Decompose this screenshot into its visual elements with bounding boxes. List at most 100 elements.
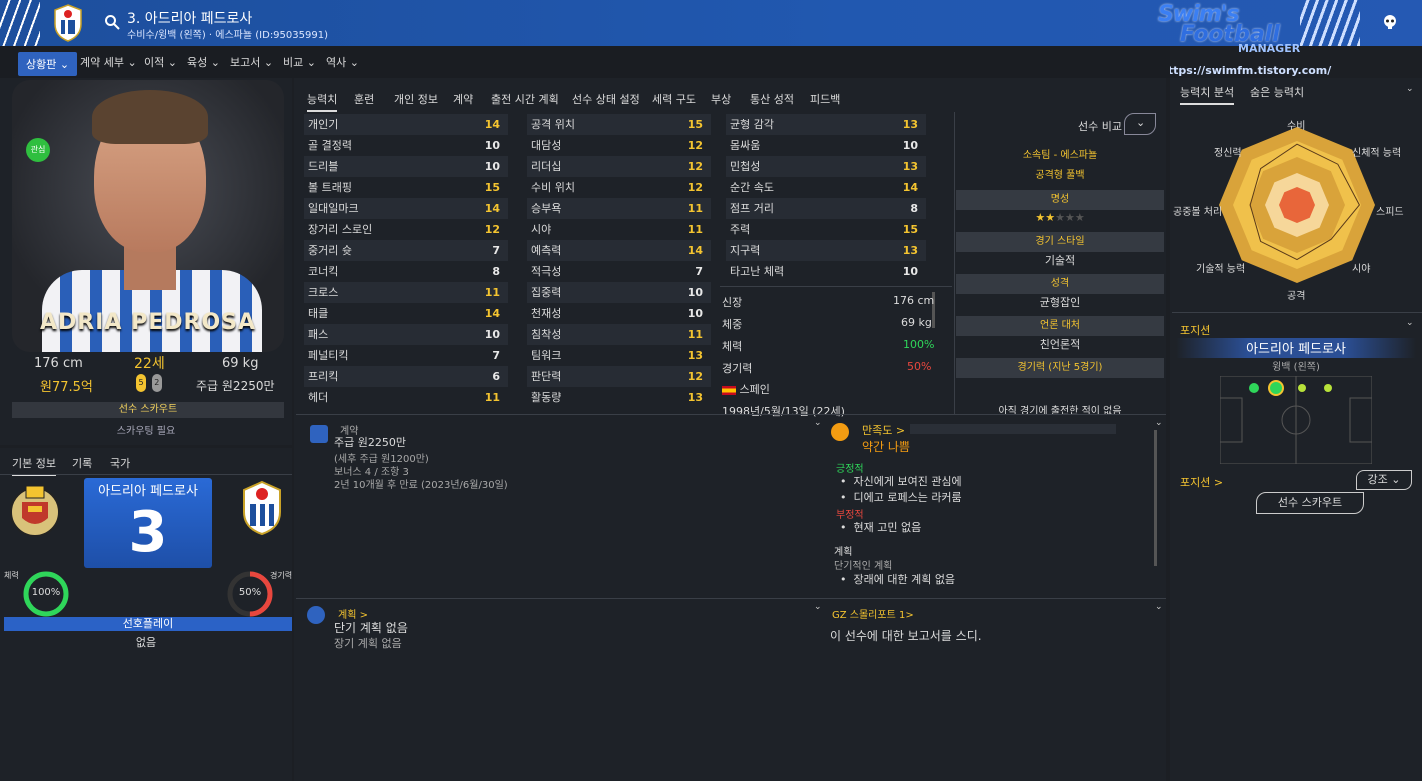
attribute-row[interactable]: 리더십 12: [527, 156, 711, 177]
attribute-row[interactable]: 적극성 7: [527, 261, 711, 282]
tab-playing-time[interactable]: 출전 시간 계획: [491, 91, 559, 107]
position-chevron-icon[interactable]: ⌄: [1406, 318, 1414, 328]
nav-development[interactable]: 육성 ⌄: [187, 54, 220, 70]
attribute-row[interactable]: 시야 11: [527, 219, 711, 240]
attribute-row[interactable]: 타고난 체력 10: [726, 261, 926, 282]
tab-attribute-analysis[interactable]: 능력치 분석: [1180, 84, 1235, 105]
tab-contract[interactable]: 계약: [453, 91, 473, 107]
tab-feedback[interactable]: 피드백: [810, 91, 840, 107]
report-header[interactable]: GZ 스몰리포트 1>: [832, 606, 914, 621]
attribute-value: 7: [492, 349, 500, 362]
attribute-value: 13: [902, 118, 918, 131]
scout-player-bar[interactable]: 선수 스카우트: [12, 402, 284, 418]
attribute-row[interactable]: 민첩성 13: [726, 156, 926, 177]
attribute-row[interactable]: 판단력 12: [527, 366, 711, 387]
attribute-row[interactable]: 예측력 14: [527, 240, 711, 261]
satisfaction-header[interactable]: 만족도 >: [862, 422, 905, 438]
nav-contract[interactable]: 계약 세부 ⌄: [80, 54, 137, 70]
tab-attributes[interactable]: 능력치: [307, 91, 338, 112]
attribute-row[interactable]: 드리블 10: [304, 156, 508, 177]
skull-icon[interactable]: [1382, 14, 1398, 30]
satisfaction-value: 약간 나쁨: [862, 440, 910, 454]
attribute-row[interactable]: 골 결정력 10: [304, 135, 508, 156]
attribute-row[interactable]: 페널티킥 7: [304, 345, 508, 366]
attribute-value: 15: [687, 118, 703, 131]
attribute-row[interactable]: 균형 감각 13: [726, 114, 926, 135]
plans-icon: [307, 606, 325, 624]
attribute-row[interactable]: 대담성 12: [527, 135, 711, 156]
attribute-row[interactable]: 태클 14: [304, 303, 508, 324]
weight-value: 69 kg: [222, 356, 259, 371]
tab-dynamics[interactable]: 세력 구도: [652, 91, 696, 107]
attribute-value: 14: [902, 181, 918, 194]
positive-item-2: • 디에고 로페스는 라커룸: [840, 491, 962, 504]
attribute-row[interactable]: 프리킥 6: [304, 366, 508, 387]
tab-career-stats[interactable]: 통산 성적: [750, 91, 794, 107]
attribute-row[interactable]: 활동량 13: [527, 387, 711, 408]
attribute-value: 14: [484, 307, 500, 320]
attribute-row[interactable]: 침착성 11: [527, 324, 711, 345]
nav-history[interactable]: 역사 ⌄: [326, 54, 359, 70]
attribute-row[interactable]: 지구력 13: [726, 240, 926, 261]
attribute-value: 10: [484, 160, 500, 173]
attribute-row[interactable]: 공격 위치 15: [527, 114, 711, 135]
tab-training[interactable]: 훈련: [354, 91, 374, 107]
attribute-row[interactable]: 헤더 11: [304, 387, 508, 408]
analysis-chevron-icon[interactable]: ⌄: [1406, 84, 1414, 94]
tab-basic-info[interactable]: 기본 정보: [12, 455, 56, 476]
position-link[interactable]: 포지션 >: [1180, 474, 1223, 490]
radar-label-vision: 시야: [1352, 264, 1371, 275]
attribute-row[interactable]: 일대일마크 14: [304, 198, 508, 219]
attribute-row[interactable]: 볼 트래핑 15: [304, 177, 508, 198]
attribute-row[interactable]: 주력 15: [726, 219, 926, 240]
radar-label-defending: 수비: [1287, 121, 1306, 132]
emphasis-dropdown[interactable]: 강조 ⌄: [1356, 470, 1412, 490]
attribute-row[interactable]: 크로스 11: [304, 282, 508, 303]
attribute-row[interactable]: 수비 위치 12: [527, 177, 711, 198]
pos-dot-tertiary: [1324, 384, 1332, 392]
tab-personal-info[interactable]: 개인 정보: [394, 91, 438, 107]
report-chevron-icon[interactable]: ⌄: [1155, 602, 1163, 612]
satisfaction-scrollbar[interactable]: [1154, 430, 1157, 566]
scout-player-button[interactable]: 선수 스카우트: [1256, 492, 1364, 514]
tab-records[interactable]: 기록: [72, 455, 92, 471]
attribute-row[interactable]: 중거리 슛 7: [304, 240, 508, 261]
pos-dot-primary: [1249, 383, 1259, 393]
tab-player-status[interactable]: 선수 상태 설정: [572, 91, 640, 107]
nav-reports[interactable]: 보고서 ⌄: [230, 54, 273, 70]
nav-overview[interactable]: 상황판 ⌄: [18, 52, 78, 76]
contract-chevron-icon[interactable]: ⌄: [814, 418, 822, 428]
personality-header: 성격: [956, 274, 1164, 294]
attribute-row[interactable]: 천재성 10: [527, 303, 711, 324]
attribute-row[interactable]: 승부욕 11: [527, 198, 711, 219]
tab-injury[interactable]: 부상: [711, 91, 731, 107]
attribute-row[interactable]: 몸싸움 10: [726, 135, 926, 156]
attribute-row[interactable]: 집중력 10: [527, 282, 711, 303]
attribute-value: 10: [484, 139, 500, 152]
attribute-name: 팀워크: [531, 349, 562, 362]
tab-hidden-attributes[interactable]: 숨은 능력치: [1250, 84, 1304, 100]
club-crest-icon[interactable]: [52, 4, 84, 42]
nav-label: 이적: [144, 56, 165, 69]
attribute-row[interactable]: 순간 속도 14: [726, 177, 926, 198]
compare-dropdown[interactable]: ⌄: [1124, 113, 1156, 135]
style-value: 기술적: [1044, 254, 1076, 267]
position-player-name: 아드리아 페드로사: [1176, 338, 1416, 358]
attribute-row[interactable]: 개인기 14: [304, 114, 508, 135]
photo-hair: [92, 90, 208, 144]
attribute-row[interactable]: 패스 10: [304, 324, 508, 345]
height-value: 176 cm: [34, 356, 83, 371]
search-icon[interactable]: [104, 14, 120, 30]
radar-label-aerial: 공중볼 처리: [1173, 207, 1223, 218]
attribute-row[interactable]: 팀워크 13: [527, 345, 711, 366]
attribute-row[interactable]: 점프 거리 8: [726, 198, 926, 219]
tab-nation[interactable]: 국가: [110, 455, 130, 471]
attribute-row[interactable]: 코너킥 8: [304, 261, 508, 282]
plans-chevron-icon[interactable]: ⌄: [814, 602, 822, 612]
position-role: 윙백 (왼쪽): [1272, 362, 1320, 373]
nav-compare[interactable]: 비교 ⌄: [283, 54, 316, 70]
interest-badge[interactable]: 관심: [26, 138, 50, 162]
satisfaction-chevron-icon[interactable]: ⌄: [1155, 418, 1163, 428]
attribute-row[interactable]: 장거리 스로인 12: [304, 219, 508, 240]
nav-transfer[interactable]: 이적 ⌄: [144, 54, 177, 70]
